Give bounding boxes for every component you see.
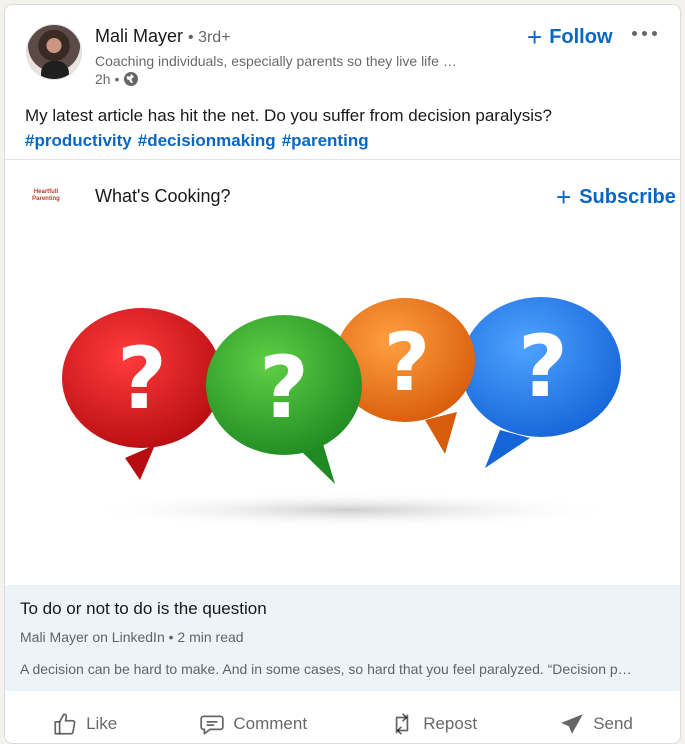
subscribe-button[interactable]: + Subscribe xyxy=(556,184,676,210)
author-avatar[interactable] xyxy=(26,24,82,80)
repost-label: Repost xyxy=(423,714,478,733)
comment-label: Comment xyxy=(233,714,308,733)
article-byline: Mali Mayer on LinkedIn • 2 min read xyxy=(20,629,244,645)
post-time: 2h • xyxy=(95,71,120,87)
newsletter-logo-text: Heartfull Parenting xyxy=(32,189,60,202)
post-text: My latest article has hit the net. Do yo… xyxy=(25,106,552,125)
send-button[interactable]: Send xyxy=(549,703,643,743)
red-question-bubble: ? xyxy=(62,308,222,480)
plus-icon: + xyxy=(556,182,572,212)
article-title[interactable]: To do or not to do is the question xyxy=(20,599,267,619)
subscribe-label: Subscribe xyxy=(579,185,676,208)
plus-icon: + xyxy=(527,22,543,52)
hashtag-list: #productivity #decisionmaking #parenting xyxy=(25,128,665,153)
question-mark: ? xyxy=(518,317,568,417)
hashtag-link[interactable]: #productivity xyxy=(25,128,132,153)
newsletter-logo[interactable]: Heartfull Parenting xyxy=(22,189,70,203)
repost-icon xyxy=(395,713,409,735)
question-bubbles-illustration: ? ? ? ? xyxy=(62,297,621,528)
globe-icon xyxy=(124,72,139,86)
post-header: Mali Mayer • 3rd+ Coaching individuals, … xyxy=(5,5,680,97)
newsletter-title[interactable]: What's Cooking? xyxy=(95,186,231,207)
newsletter-bar: Heartfull Parenting What's Cooking? + Su… xyxy=(5,160,680,230)
article-image[interactable]: ? ? ? ? xyxy=(5,230,680,585)
blue-question-bubble: ? xyxy=(461,297,621,468)
article-info[interactable]: To do or not to do is the question Mali … xyxy=(5,585,680,691)
question-mark: ? xyxy=(259,338,309,438)
hashtag-link[interactable]: #parenting xyxy=(282,128,369,153)
author-line: Mali Mayer • 3rd+ xyxy=(95,26,231,47)
more-options-icon[interactable] xyxy=(632,23,662,43)
follow-button[interactable]: + Follow xyxy=(527,23,613,51)
like-label: Like xyxy=(86,714,118,733)
connection-degree: • 3rd+ xyxy=(188,29,231,46)
post-meta: 2h • xyxy=(95,71,139,87)
article-snippet: A decision can be hard to make. And in s… xyxy=(20,661,632,677)
send-label: Send xyxy=(593,714,633,733)
social-action-bar: Like Comment Repost Send xyxy=(5,693,680,743)
author-headline: Coaching individuals, especially parents… xyxy=(95,53,457,69)
follow-label: Follow xyxy=(549,25,613,48)
green-question-bubble: ? xyxy=(206,315,362,484)
post-commentary: My latest article has hit the net. Do yo… xyxy=(25,103,665,153)
question-mark: ? xyxy=(117,329,167,429)
repost-button[interactable]: Repost xyxy=(379,703,487,743)
author-name[interactable]: Mali Mayer xyxy=(95,26,183,46)
send-icon xyxy=(561,714,584,734)
thumbs-up-icon xyxy=(54,713,76,735)
like-button[interactable]: Like xyxy=(42,703,127,743)
comment-icon xyxy=(200,715,225,735)
question-mark: ? xyxy=(384,316,430,409)
feed-post-card: Mali Mayer • 3rd+ Coaching individuals, … xyxy=(4,4,681,744)
comment-button[interactable]: Comment xyxy=(189,703,317,743)
hashtag-link[interactable]: #decisionmaking xyxy=(138,128,276,153)
